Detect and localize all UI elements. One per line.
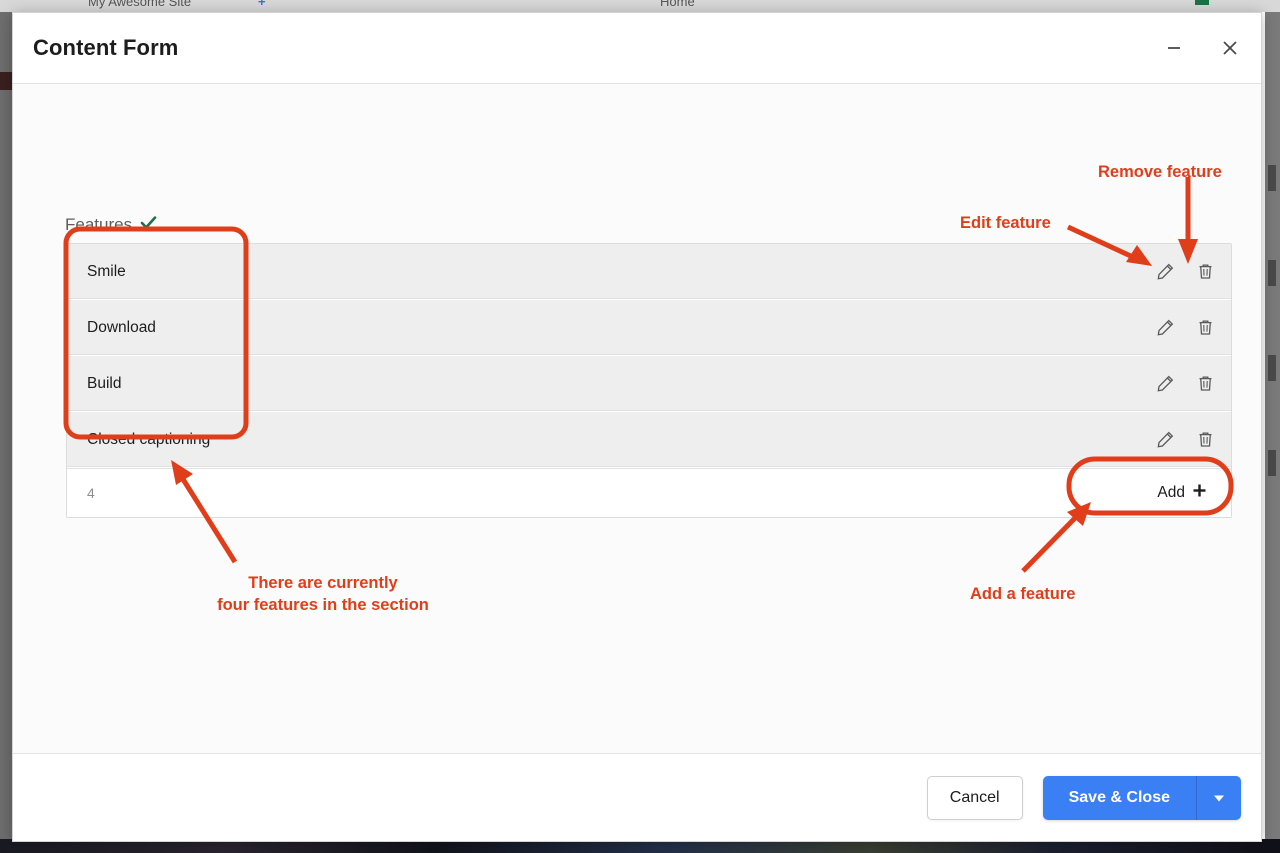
background-new-tab-icon: + xyxy=(258,0,266,9)
add-button-label: Add xyxy=(1157,484,1185,501)
background-right-panel xyxy=(1265,12,1280,842)
background-site-title: My Awesome Site xyxy=(88,0,192,9)
features-label-text: Features xyxy=(65,215,133,234)
chevron-down-icon[interactable] xyxy=(1196,775,1241,820)
background-right-marker-4 xyxy=(1268,450,1276,476)
background-right-marker-1 xyxy=(1268,165,1276,191)
pencil-icon[interactable] xyxy=(1153,260,1177,284)
minimize-icon[interactable] xyxy=(1159,33,1189,63)
pencil-icon[interactable] xyxy=(1153,372,1177,396)
save-and-close-button[interactable]: Save & Close xyxy=(1042,775,1196,820)
content-form-dialog: Content Form Features Smile Download Bui… xyxy=(12,12,1262,842)
table-row[interactable]: Download xyxy=(67,300,1231,356)
pencil-icon[interactable] xyxy=(1153,316,1177,340)
feature-name: Download xyxy=(87,318,156,336)
pencil-icon[interactable] xyxy=(1153,428,1177,452)
trash-icon[interactable] xyxy=(1193,316,1217,340)
feature-name: Closed captioning xyxy=(87,430,211,448)
feature-name: Smile xyxy=(87,262,126,280)
annotation-edit-feature: Edit feature xyxy=(960,214,1051,232)
background-left-panel xyxy=(0,12,12,842)
plus-icon xyxy=(1192,483,1207,503)
features-field-label: Features xyxy=(65,214,157,236)
background-browser-bar: My Awesome Site + Home xyxy=(0,0,1280,12)
trash-icon[interactable] xyxy=(1193,372,1217,396)
dialog-body: Features Smile Download Build Closed cap… xyxy=(13,84,1261,753)
dialog-footer: Cancel Save & Close xyxy=(13,753,1261,841)
table-row[interactable]: Closed captioning xyxy=(67,412,1231,468)
row-actions xyxy=(1153,412,1217,467)
features-list: Smile Download Build Closed captioning 4… xyxy=(66,243,1232,518)
cancel-button[interactable]: Cancel xyxy=(926,775,1023,820)
background-right-marker-3 xyxy=(1268,355,1276,381)
screenshot-root: My Awesome Site + Home Content Form Feat… xyxy=(0,0,1280,853)
feature-count: 4 xyxy=(87,485,95,501)
background-home-tab: Home xyxy=(660,0,695,9)
row-actions xyxy=(1153,300,1217,355)
check-icon xyxy=(140,214,157,236)
table-row[interactable]: Build xyxy=(67,356,1231,412)
dialog-header-actions xyxy=(1159,13,1245,83)
row-actions xyxy=(1153,356,1217,411)
background-right-marker-2 xyxy=(1268,260,1276,286)
trash-icon[interactable] xyxy=(1193,260,1217,284)
feature-name: Build xyxy=(87,374,122,392)
row-actions xyxy=(1153,244,1217,299)
add-feature-button[interactable]: Add xyxy=(1151,479,1213,507)
trash-icon[interactable] xyxy=(1193,428,1217,452)
features-footer: 4 Add xyxy=(67,468,1231,517)
background-status-indicator xyxy=(1195,0,1209,5)
page-title: Content Form xyxy=(33,35,179,60)
save-button-group: Save & Close xyxy=(1042,775,1241,820)
dialog-header: Content Form xyxy=(13,13,1261,84)
background-left-marker xyxy=(0,72,12,90)
annotation-remove-feature: Remove feature xyxy=(1098,163,1222,181)
table-row[interactable]: Smile xyxy=(67,244,1231,300)
annotation-add-feature: Add a feature xyxy=(970,585,1076,603)
annotation-count-note-line1: There are currently xyxy=(248,574,398,592)
annotation-count-note-line2: four features in the section xyxy=(217,596,429,614)
close-icon[interactable] xyxy=(1215,33,1245,63)
